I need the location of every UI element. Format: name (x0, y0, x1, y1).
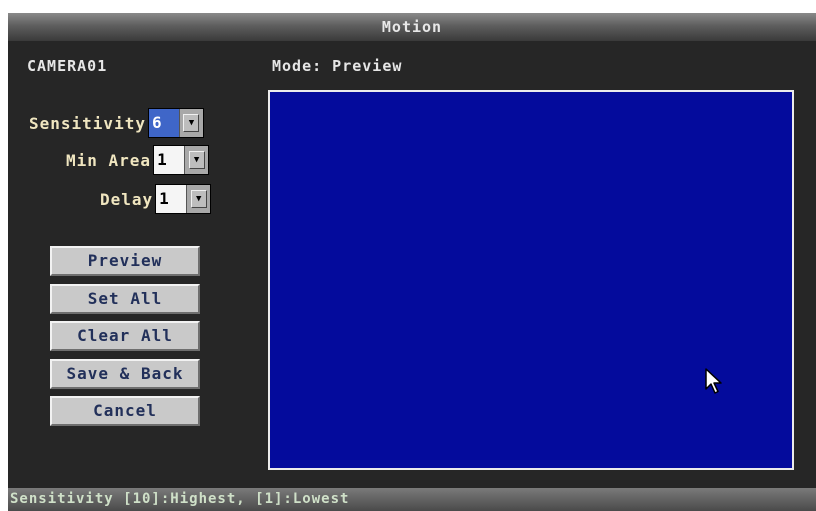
delay-select[interactable]: 1 ▼ (155, 184, 212, 214)
cancel-button[interactable]: Cancel (50, 396, 200, 426)
save-back-button[interactable]: Save & Back (50, 359, 200, 389)
chevron-down-icon: ▼ (183, 114, 200, 132)
min-area-label: Min Area (66, 150, 152, 170)
min-area-dropdown-button[interactable]: ▼ (184, 146, 209, 174)
min-area-value[interactable]: 1 (154, 146, 185, 174)
mode-label: Mode: Preview (272, 57, 403, 75)
sensitivity-select[interactable]: 6 ▼ (147, 108, 204, 138)
motion-settings-screen: Motion CAMERA01 Mode: Preview Sensitivit… (0, 0, 816, 511)
sensitivity-row: Sensitivity 6 ▼ (29, 108, 204, 138)
delay-dropdown-button[interactable]: ▼ (186, 185, 211, 213)
min-area-row: Min Area 1 ▼ (66, 145, 210, 175)
sensitivity-value[interactable]: 6 (148, 109, 179, 137)
status-help-text: Sensitivity [10]:Highest, [1]:Lowest (8, 488, 816, 511)
chevron-down-icon: ▼ (190, 190, 207, 208)
window-title: Motion (8, 13, 816, 41)
delay-label: Delay (100, 189, 154, 209)
mouse-cursor-icon (705, 368, 722, 394)
sensitivity-label: Sensitivity (29, 113, 146, 133)
delay-value[interactable]: 1 (156, 185, 187, 213)
motion-detection-grid[interactable] (268, 90, 794, 470)
min-area-select[interactable]: 1 ▼ (153, 145, 210, 175)
preview-button[interactable]: Preview (50, 246, 200, 276)
clear-all-button[interactable]: Clear All (50, 321, 200, 351)
camera-label: CAMERA01 (27, 57, 108, 75)
set-all-button[interactable]: Set All (50, 284, 200, 314)
delay-row: Delay 1 ▼ (100, 184, 212, 214)
sensitivity-dropdown-button[interactable]: ▼ (178, 109, 203, 137)
chevron-down-icon: ▼ (188, 151, 205, 169)
